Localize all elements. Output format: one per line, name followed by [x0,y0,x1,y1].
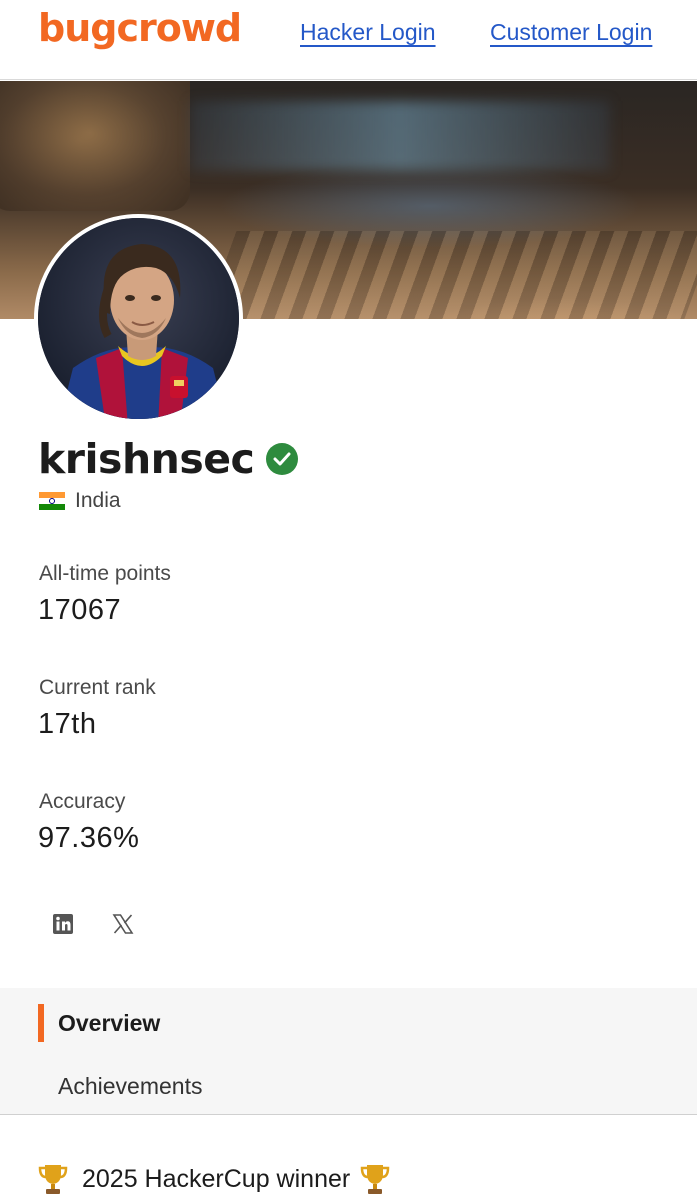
trophy-icon [360,1162,390,1196]
tab-overview[interactable]: Overview [58,1010,160,1037]
verified-check-icon [266,443,299,475]
username-row: krishnsec [38,434,299,484]
india-flag-icon [39,492,65,510]
country-row: India [39,489,121,513]
x-twitter-icon[interactable] [110,911,136,937]
bugcrowd-logo[interactable]: bugcrowd [38,6,242,50]
customer-login-link[interactable]: Customer Login [490,19,652,46]
banner-decoration [0,81,190,211]
avatar [34,214,243,423]
hacker-login-link[interactable]: Hacker Login [300,19,436,46]
profile-tabs: Overview Achievements [0,988,697,1115]
banner-decoration [203,231,697,319]
stat-label-rank: Current rank [39,676,156,699]
stat-value-points: 17067 [38,594,122,626]
tab-achievements[interactable]: Achievements [58,1073,202,1100]
trophy-icon [38,1162,68,1196]
stat-label-points: All-time points [39,562,171,585]
linkedin-icon[interactable] [50,911,76,937]
banner-decoration [190,101,610,171]
overview-highlight: 2025 HackerCup winner [38,1162,390,1196]
highlight-text: 2025 HackerCup winner [82,1164,351,1193]
stat-label-accuracy: Accuracy [39,790,126,813]
active-tab-indicator [38,1004,44,1042]
stat-value-accuracy: 97.36% [38,822,140,854]
stat-value-rank: 17th [38,708,97,740]
username: krishnsec [38,435,255,483]
country-label: India [75,489,121,512]
site-header: bugcrowd Hacker Login Customer Login [0,0,697,80]
